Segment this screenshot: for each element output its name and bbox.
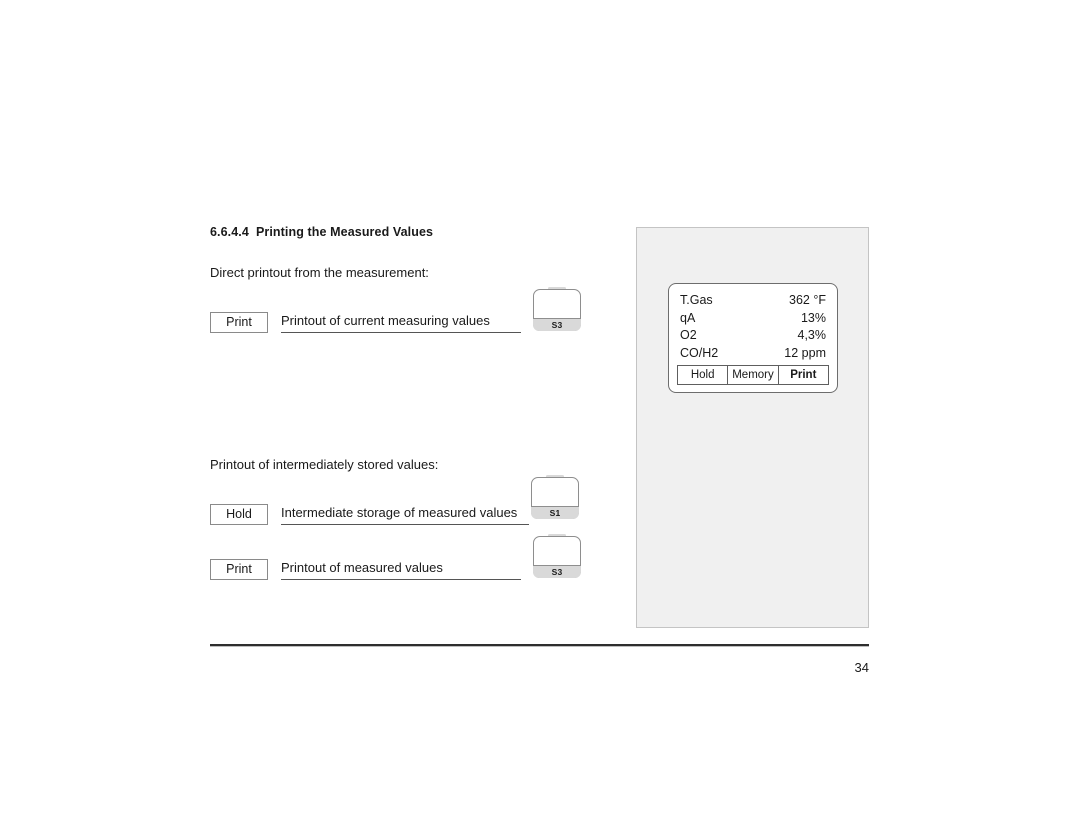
lcd-readout-list: T.Gas 362 °F qA 13% O2 4,3% CO/H2 12 ppm [669,292,837,362]
section-title: Printing the Measured Values [255,225,434,239]
hardware-key-label: S3 [533,565,581,578]
stored-values-intro: Printout of intermediately stored values… [210,457,439,472]
lcd-readout-row: CO/H2 12 ppm [680,345,826,363]
lcd-readout-label: CO/H2 [680,345,719,360]
lcd-readout-label: qA [680,310,696,325]
instruction-row-direct-print: Print Printout of current measuring valu… [210,286,595,340]
softkey-print-button[interactable]: Print [210,312,268,333]
lcd-readout-label: O2 [680,328,697,342]
instruction-row-stored-print: Print Printout of measured values S3 [210,533,595,587]
instruction-label: Intermediate storage of measured values [281,505,518,520]
page-title: 6.6.4.4 Printing the Measured Values [210,225,433,239]
lcd-softkey-memory[interactable]: Memory [728,366,779,384]
lcd-readout-value: 13% [800,310,826,325]
lcd-readout-label: T.Gas [680,293,713,307]
section-number: 6.6.4.4 [210,225,249,239]
hardware-key-s3[interactable]: S3 [533,534,581,578]
hardware-key-label: S3 [533,318,581,331]
instruction-label: Printout of current measuring values [281,313,490,328]
softkey-hold-button[interactable]: Hold [210,504,268,525]
device-lcd-screen: T.Gas 362 °F qA 13% O2 4,3% CO/H2 12 ppm… [668,283,838,393]
direct-printout-intro: Direct printout from the measurement: [210,265,429,280]
page-number: 34 [854,660,869,675]
instruction-underline [281,579,521,580]
lcd-softkey-hold[interactable]: Hold [678,366,729,384]
lcd-readout-value: 4,3% [797,328,827,342]
instruction-underline [281,524,529,525]
lcd-readout-row: qA 13% [680,310,826,328]
hardware-key-label: S1 [531,506,579,519]
lcd-readout-value: 362 °F [789,293,826,307]
device-illustration-panel: T.Gas 362 °F qA 13% O2 4,3% CO/H2 12 ppm… [636,227,869,628]
lcd-softkey-print[interactable]: Print [779,366,828,384]
hardware-key-s1[interactable]: S1 [531,475,579,519]
lcd-softkey-bar: Hold Memory Print [677,365,829,385]
instruction-label: Printout of measured values [281,560,443,575]
instruction-underline [281,332,521,333]
manual-page: 6.6.4.4 Printing the Measured Values Dire… [0,0,1080,834]
hardware-key-s3[interactable]: S3 [533,287,581,331]
lcd-readout-value: 12 ppm [784,345,826,360]
instruction-row-hold: Hold Intermediate storage of measured va… [210,475,595,532]
footer-divider [210,644,869,647]
softkey-print-button[interactable]: Print [210,559,268,580]
lcd-readout-row: T.Gas 362 °F [680,292,826,310]
lcd-readout-row: O2 4,3% [680,327,826,345]
